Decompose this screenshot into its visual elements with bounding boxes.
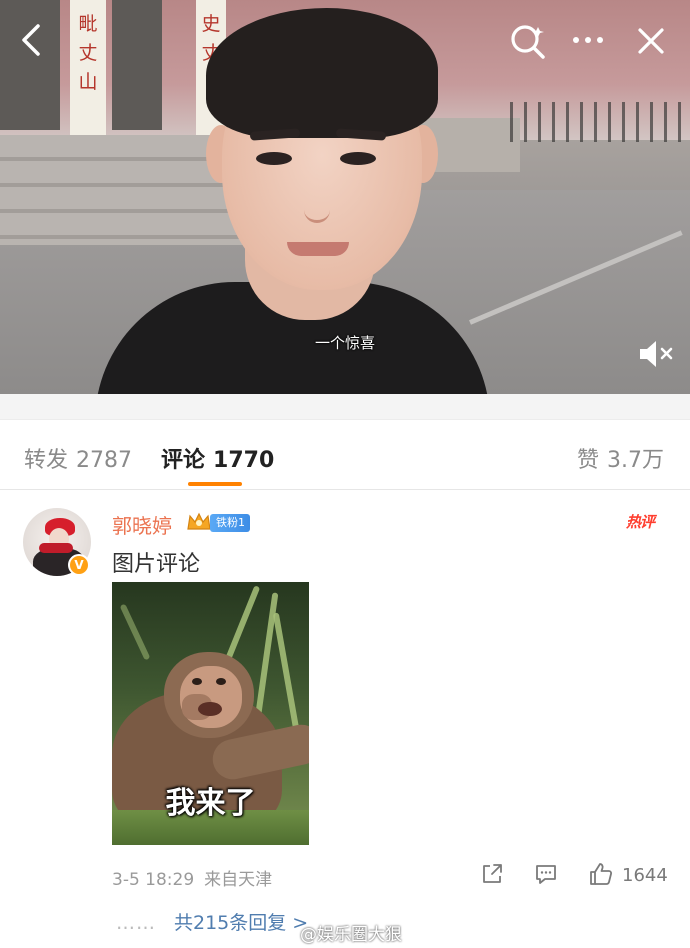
tab-comment[interactable]: 评论 1770 [161,442,274,474]
close-icon[interactable] [634,24,668,58]
avatar-scarf [39,543,73,553]
tab-repost-count: 2787 [76,448,133,473]
comment-text: 图片评论 [112,552,201,577]
more-horizontal-icon[interactable] [568,24,608,56]
replies-link-text: 共215条回复 > [174,912,309,934]
volume-muted-icon[interactable] [636,336,676,372]
person-mouth [287,242,349,256]
comment-image[interactable]: 我来了 [112,582,309,845]
thumbs-up-icon[interactable] [588,861,614,887]
view-replies-link[interactable]: …… 共215条回复 > [116,908,308,935]
monkey-eye-right [216,678,226,685]
person-eye-right [340,152,376,165]
meme-caption: 我来了 [165,786,256,821]
comment-meta: 3-5 18:29 来自天津 [112,865,272,890]
video-subtitle: 一个惊喜 [314,334,375,352]
tab-comment-label: 评论 [161,448,206,473]
comment-time: 3-5 18:29 [112,870,195,890]
tab-like[interactable]: 赞 3.7万 [577,442,664,474]
image-grass-blade [272,612,302,742]
section-divider [0,394,690,420]
hot-comment-badge: 热评 [626,513,655,531]
like-count: 1644 [622,865,668,886]
tab-comment-count: 1770 [213,448,275,473]
person-hair [206,8,438,138]
comment-location: 来自天津 [204,870,273,890]
tab-like-label: 赞 [576,448,599,473]
back-icon[interactable] [16,22,46,58]
video-player[interactable]: 毗丈山 史丈 一个惊喜 [0,0,690,394]
tab-repost[interactable]: 转发 2787 [24,442,132,474]
tab-active-indicator [188,482,242,486]
person-eye-left [256,152,292,165]
person-nose [304,185,330,223]
search-icon[interactable] [508,22,548,62]
comment-icon[interactable] [534,862,558,886]
interaction-tabs: 转发 2787 评论 1770 赞 3.7万 [0,420,690,490]
monkey-mouth [198,702,222,716]
fan-level-badge: 铁粉1 [210,514,250,532]
comment-username[interactable]: 郭晓婷 [112,510,172,539]
crown-icon [185,510,213,534]
verified-badge-icon: V [68,554,90,576]
replies-indent-dots: …… [116,912,156,934]
watermark: @娱乐圈大狠 [300,925,402,945]
tab-repost-label: 转发 [24,448,69,473]
monkey-eye-left [192,678,202,685]
tab-like-count: 3.7万 [607,448,664,473]
image-grass-blade [119,603,151,661]
share-icon[interactable] [480,862,504,886]
